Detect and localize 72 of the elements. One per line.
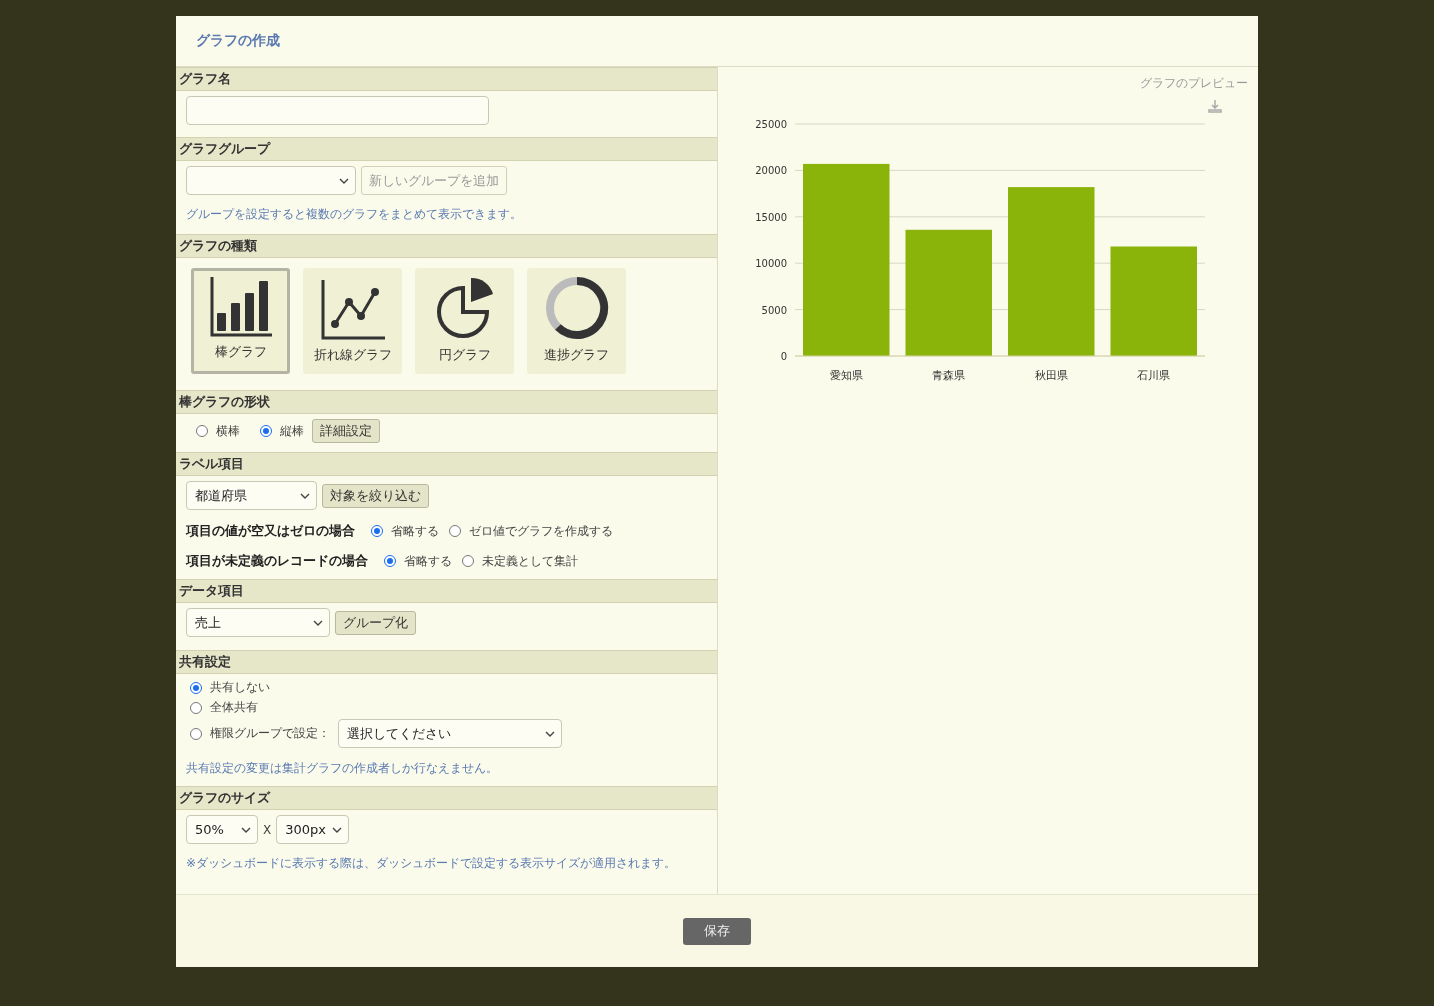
- radio-label: 省略する: [391, 522, 439, 540]
- save-button[interactable]: 保存: [683, 917, 751, 945]
- radio-button[interactable]: [449, 525, 461, 537]
- chart-type-tile[interactable]: 折れ線グラフ: [303, 268, 402, 374]
- axis-tick-label: 15000: [755, 211, 787, 223]
- section-header: グラフの種類: [176, 234, 717, 258]
- detail-settings-button[interactable]: 詳細設定: [312, 419, 380, 443]
- radio-button[interactable]: [260, 425, 272, 437]
- times-separator: X: [263, 822, 272, 837]
- radio-button[interactable]: [384, 555, 396, 567]
- preview-title: グラフのプレビュー: [1140, 75, 1248, 92]
- radio-button[interactable]: [462, 555, 474, 567]
- radio-label: 省略する: [404, 552, 452, 570]
- chart-type-label: 円グラフ: [438, 346, 491, 364]
- chevron-down-icon: [332, 826, 343, 833]
- rule-label: 項目が未定義のレコードの場合: [186, 552, 368, 570]
- section-header: グラフのサイズ: [176, 786, 717, 810]
- rule-label: 項目の値が空又はゼロの場合: [186, 522, 355, 540]
- radio-label: 縦棒: [280, 422, 304, 440]
- section-header: 棒グラフの形状: [176, 390, 717, 414]
- filter-button[interactable]: 対象を絞り込む: [322, 483, 429, 508]
- graph-name-field[interactable]: [186, 96, 489, 125]
- width-select[interactable]: 50%: [186, 815, 258, 844]
- chevron-down-icon: [300, 492, 310, 499]
- axis-tick-label: 5000: [761, 304, 787, 316]
- bar-chart-icon: [209, 275, 272, 337]
- axis-tick-label: 10000: [755, 258, 787, 270]
- chevron-down-icon: [339, 177, 349, 184]
- donut-chart-icon: [544, 276, 609, 340]
- hint-text: グループを設定すると複数のグラフをまとめて表示できます。: [186, 207, 523, 222]
- radio-label: 未定義として集計: [482, 552, 578, 570]
- chart-type-tile[interactable]: 棒グラフ: [191, 268, 290, 374]
- axis-category-label: 秋田県: [1034, 369, 1068, 382]
- permission-group-select[interactable]: 選択してください: [338, 719, 562, 748]
- radio-button[interactable]: [190, 727, 202, 740]
- section-header: グラフグループ: [176, 137, 717, 161]
- axis-tick-label: 25000: [755, 119, 787, 130]
- hint-text: ※ダッシュボードに表示する際は、ダッシュボードで設定する表示サイズが適用されます。: [186, 856, 678, 871]
- section-header: ラベル項目: [176, 452, 717, 476]
- axis-category-label: 石川県: [1137, 369, 1171, 382]
- chart-type-label: 棒グラフ: [214, 343, 267, 361]
- chevron-down-icon: [313, 619, 323, 626]
- group-button[interactable]: グループ化: [335, 610, 416, 635]
- radio-label: ゼロ値でグラフを作成する: [469, 522, 613, 540]
- axis-tick-label: 0: [780, 351, 787, 362]
- chevron-down-icon: [545, 730, 555, 737]
- axis-tick-label: 20000: [755, 165, 787, 177]
- section-header: 共有設定: [176, 650, 717, 674]
- section-header: データ項目: [176, 579, 717, 603]
- height-select[interactable]: 300px: [276, 815, 350, 844]
- radio-button[interactable]: [371, 525, 383, 537]
- chart-type-tile[interactable]: 進捗グラフ: [527, 268, 626, 374]
- radio-button[interactable]: [196, 425, 208, 437]
- radio-button[interactable]: [190, 681, 202, 694]
- axis-category-label: 青森県: [932, 369, 966, 382]
- radio-label: 全体共有: [210, 699, 258, 716]
- chart-type-tile[interactable]: 円グラフ: [415, 268, 514, 374]
- section-header: グラフ名: [176, 67, 717, 91]
- line-chart-icon: [320, 278, 385, 340]
- chart-type-label: 折れ線グラフ: [313, 346, 392, 364]
- data-field-select[interactable]: 売上: [186, 608, 330, 637]
- hint-text: 共有設定の変更は集計グラフの作成者しか行なえません。: [186, 761, 499, 776]
- download-icon[interactable]: [1208, 99, 1222, 113]
- radio-label: 権限グループで設定：: [210, 725, 330, 742]
- radio-label: 共有しない: [210, 679, 270, 696]
- axis-category-label: 愛知県: [829, 369, 863, 382]
- radio-button[interactable]: [190, 701, 202, 714]
- chart-type-label: 進捗グラフ: [544, 346, 609, 364]
- chevron-down-icon: [241, 826, 251, 833]
- label-field-select[interactable]: 都道府県: [186, 481, 317, 510]
- pie-chart-icon: [434, 276, 495, 340]
- radio-label: 横棒: [216, 422, 240, 440]
